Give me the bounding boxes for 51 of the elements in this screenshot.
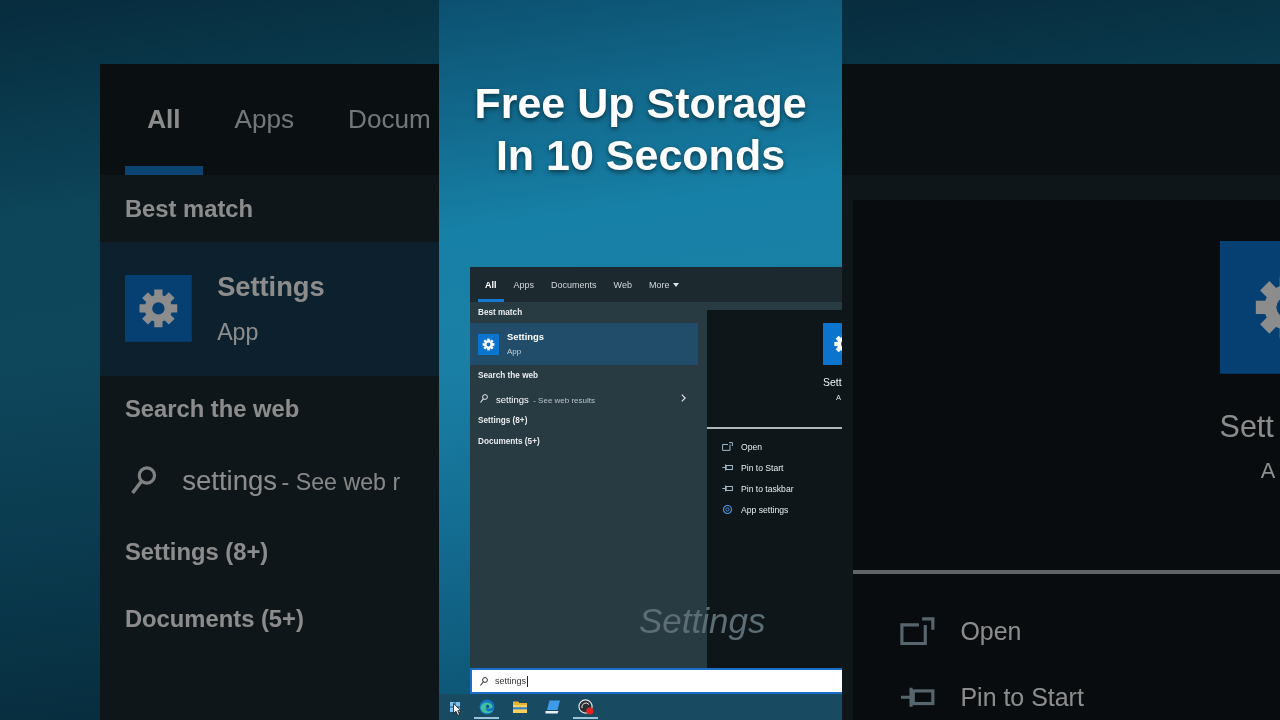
laptop-icon: [544, 699, 561, 715]
window-icon: [722, 442, 733, 451]
filter-tab[interactable]: Web: [606, 267, 639, 302]
web-result-item[interactable]: settings - See web r: [99, 442, 439, 519]
action-item[interactable]: App settings: [722, 502, 789, 517]
filter-tab[interactable]: Docum: [325, 64, 439, 176]
search-icon: [131, 466, 157, 495]
filter-tab[interactable]: All: [124, 64, 203, 176]
section-heading: Search the web: [477, 370, 540, 382]
section-heading: Best match: [477, 307, 524, 319]
filter-tab[interactable]: All: [478, 267, 504, 302]
category-link[interactable]: Settings (8+): [99, 518, 439, 586]
category-link[interactable]: Settings (8+): [470, 410, 698, 431]
gear-icon: [823, 323, 842, 365]
action-item[interactable]: Open: [900, 609, 1022, 654]
video-caption: Free Up Storage In 10 Seconds: [474, 78, 807, 181]
pin-icon: [722, 463, 733, 472]
app-result-item[interactable]: Settings App: [470, 323, 698, 365]
gear-icon: [124, 275, 192, 343]
filter-tab[interactable]: Apps: [506, 267, 542, 302]
action-item[interactable]: Pin to taskbar: [722, 481, 794, 496]
filter-tab[interactable]: Documents: [544, 267, 604, 302]
mouse-pointer-icon: [453, 703, 461, 716]
search-icon: [480, 393, 488, 403]
search-icon: [480, 676, 488, 686]
category-link[interactable]: Documents (5+): [99, 585, 439, 653]
gear-icon: [1219, 240, 1280, 374]
overlay-text: Settings: [639, 600, 766, 642]
swirl-icon: [478, 699, 495, 715]
gear-icon: [478, 333, 499, 355]
text-cursor-icon: [527, 675, 529, 687]
disc-with-dot-icon: [577, 699, 594, 715]
preview-title: Sett: [1219, 408, 1274, 445]
action-item[interactable]: Pin to Start: [722, 460, 784, 475]
search-field[interactable]: settings: [470, 668, 842, 694]
section-heading: Best match: [123, 193, 255, 224]
preview-subtitle: A: [1260, 457, 1276, 484]
pin-icon: [722, 484, 733, 493]
section-heading: Search the web: [123, 394, 301, 424]
category-link[interactable]: Documents (5+): [470, 431, 698, 452]
action-item[interactable]: Open: [722, 439, 763, 454]
filter-tab[interactable]: Apps: [212, 64, 317, 176]
folder-icon: [511, 699, 528, 715]
ring-icon: [722, 505, 733, 514]
app-result-item[interactable]: Settings App: [99, 242, 439, 376]
window-icon: [900, 616, 936, 646]
action-item[interactable]: Pin to Start: [900, 675, 1084, 720]
chevron-right-icon: [681, 394, 686, 402]
web-result-item[interactable]: settings - See web results: [470, 386, 698, 410]
filter-tab[interactable]: More: [641, 267, 687, 302]
preview-title: Sett: [823, 376, 842, 389]
